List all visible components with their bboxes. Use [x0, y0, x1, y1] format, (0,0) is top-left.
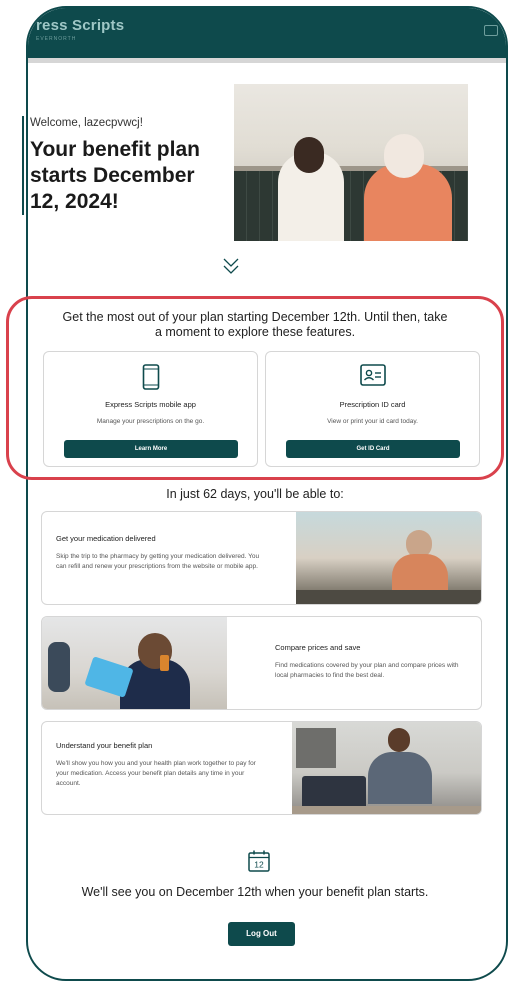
welcome-block: Welcome, lazecpvwcj! Your benefit plan s…: [22, 116, 210, 215]
benefit-description: Skip the trip to the pharmacy by getting…: [56, 553, 260, 570]
benefit-photo: [296, 512, 481, 604]
calendar-icon: 12: [248, 850, 270, 872]
benefit-title: Compare prices and save: [275, 643, 361, 652]
header-divider: [28, 58, 506, 63]
benefit-title: Get your medication delivered: [56, 534, 156, 543]
smartphone-icon: [142, 364, 159, 390]
card-description: View or print your id card today.: [327, 418, 418, 425]
get-id-card-button[interactable]: Get ID Card: [286, 440, 460, 458]
brand-subtitle: EVERNORTH: [36, 36, 77, 42]
days-heading: In just 62 days, you'll be able to:: [166, 487, 344, 501]
benefit-photo: [292, 722, 481, 814]
benefit-description: Find medications covered by your plan an…: [275, 662, 459, 679]
features-heading: Get the most out of your plan starting D…: [62, 310, 448, 339]
hero-photo: [234, 84, 468, 241]
id-card-icon: [359, 364, 386, 386]
profile-card-icon[interactable]: [484, 25, 498, 36]
card-title: Express Scripts mobile app: [105, 400, 196, 409]
brand-logo[interactable]: ress Scripts: [36, 17, 124, 34]
closing-message: We'll see you on December 12th when your…: [81, 885, 429, 899]
page-title: Your benefit plan starts December 12, 20…: [30, 138, 200, 213]
benefit-card-compare: Compare prices and save Find medications…: [41, 616, 482, 710]
feature-card-id-card: Prescription ID card View or print your …: [265, 351, 480, 467]
benefit-description: We'll show you how you and your health p…: [56, 760, 256, 787]
benefit-title: Understand your benefit plan: [56, 741, 153, 750]
welcome-text: Welcome, lazecpvwcj!: [30, 117, 143, 129]
feature-card-mobile-app: Express Scripts mobile app Manage your p…: [43, 351, 258, 467]
chevron-down-icon[interactable]: [223, 256, 239, 276]
card-description: Manage your prescriptions on the go.: [96, 418, 205, 425]
calendar-day: 12: [254, 860, 264, 870]
log-out-button[interactable]: Log Out: [228, 922, 295, 946]
learn-more-button[interactable]: Learn More: [64, 440, 238, 458]
benefit-card-delivery: Get your medication delivered Skip the t…: [41, 511, 482, 605]
header-bar: ress Scripts EVERNORTH: [28, 8, 506, 58]
card-title: Prescription ID card: [339, 400, 406, 409]
benefit-card-plan: Understand your benefit plan We'll show …: [41, 721, 482, 815]
benefit-photo: [42, 617, 227, 709]
